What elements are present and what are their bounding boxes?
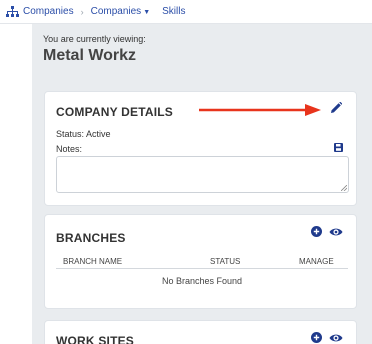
notes-textarea[interactable] bbox=[56, 156, 349, 193]
add-branch-plus-icon[interactable] bbox=[311, 226, 322, 237]
branches-table-header: BRANCH NAME STATUS MANAGE bbox=[56, 255, 348, 269]
branches-title: BRANCHES bbox=[56, 231, 126, 245]
status-text: Status: Active bbox=[56, 129, 111, 139]
branches-card: BRANCHES BRANCH NAME STATUS MANAGE No Br… bbox=[44, 214, 357, 309]
company-details-title: COMPANY DETAILS bbox=[56, 105, 174, 119]
sidebar bbox=[0, 24, 32, 344]
notes-label: Notes: bbox=[56, 144, 83, 154]
column-header-status: STATUS bbox=[210, 257, 241, 266]
work-sites-card: WORK SITES bbox=[44, 320, 357, 344]
work-sites-title: WORK SITES bbox=[56, 334, 135, 344]
breadcrumb-separator-icon: › bbox=[80, 6, 84, 17]
resize-grip-icon[interactable] bbox=[341, 185, 347, 191]
save-icon[interactable] bbox=[334, 143, 343, 152]
viewing-label: You are currently viewing: bbox=[43, 34, 146, 44]
breadcrumb-companies-link[interactable]: Companies bbox=[23, 6, 74, 17]
breadcrumb-companies-dropdown-label: Companies bbox=[90, 6, 142, 17]
company-details-card: COMPANY DETAILS Status: Active Notes: bbox=[44, 91, 357, 206]
column-header-manage: MANAGE bbox=[299, 257, 334, 266]
breadcrumb: Companies › Companies ▼ Skills bbox=[0, 0, 372, 24]
caret-down-icon: ▼ bbox=[143, 9, 151, 16]
add-work-site-plus-icon[interactable] bbox=[311, 332, 322, 343]
pencil-icon[interactable] bbox=[330, 102, 342, 114]
sitemap-icon bbox=[6, 6, 19, 17]
annotation-arrow bbox=[199, 104, 321, 116]
branches-empty-message: No Branches Found bbox=[161, 276, 243, 286]
breadcrumb-companies-dropdown[interactable]: Companies ▼ bbox=[91, 6, 151, 17]
view-branches-eye-icon[interactable] bbox=[329, 227, 343, 237]
company-name: Metal Workz bbox=[43, 47, 137, 64]
column-header-branch-name: BRANCH NAME bbox=[63, 257, 123, 266]
breadcrumb-skills-link[interactable]: Skills bbox=[162, 6, 185, 17]
view-work-sites-eye-icon[interactable] bbox=[329, 333, 343, 343]
